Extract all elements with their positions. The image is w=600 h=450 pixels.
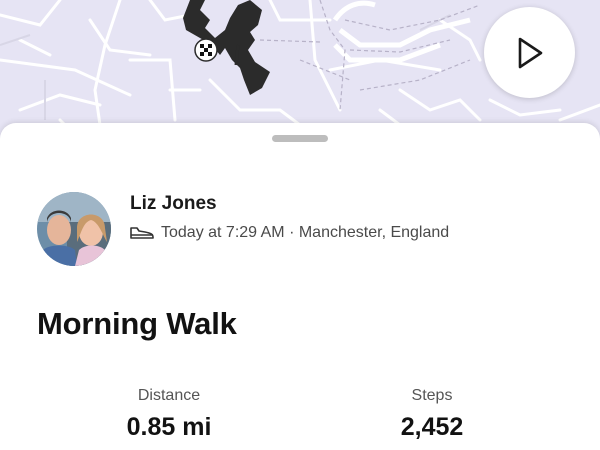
activity-title: Morning Walk xyxy=(37,306,237,341)
play-icon xyxy=(518,37,542,68)
stat-steps: Steps 2,452 xyxy=(342,387,522,442)
stat-value: 2,452 xyxy=(400,413,464,441)
drag-handle[interactable] xyxy=(272,135,328,142)
stat-distance: Distance 0.85 mi xyxy=(79,387,259,442)
activity-meta-text: Today at 7:29 AM · Manchester, England xyxy=(161,224,450,241)
athlete-name[interactable]: Liz Jones xyxy=(130,193,217,215)
shoe-icon xyxy=(130,226,154,240)
activity-screen: Liz Jones Today at 7:29 AM · Manchester,… xyxy=(0,0,600,450)
activity-sheet: Liz Jones Today at 7:29 AM · Manchester,… xyxy=(0,123,600,450)
stat-value: 0.85 mi xyxy=(126,413,212,441)
activity-meta: Today at 7:29 AM · Manchester, England xyxy=(130,224,449,242)
stat-label: Steps xyxy=(411,387,453,404)
stat-label: Distance xyxy=(137,387,201,404)
checkered-flag-icon xyxy=(194,38,218,62)
profile-photo-avatar xyxy=(37,192,111,266)
avatar[interactable] xyxy=(37,192,111,266)
play-button[interactable] xyxy=(484,7,575,98)
